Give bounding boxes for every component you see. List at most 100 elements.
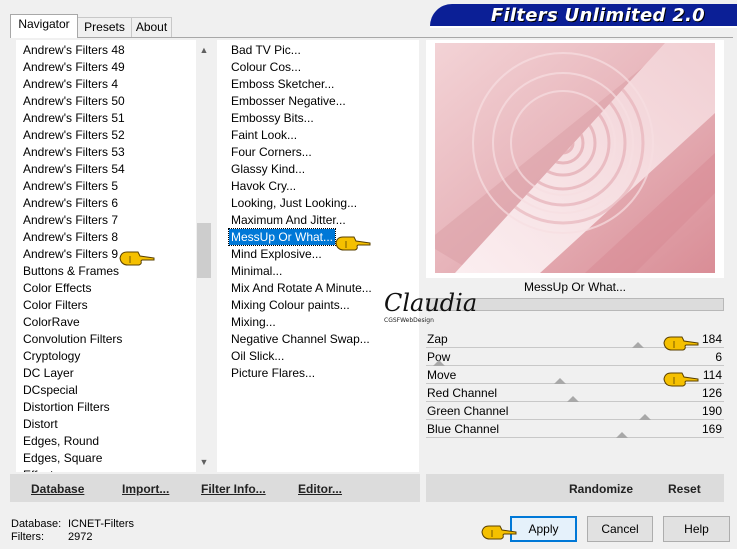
category-item[interactable]: Buttons & Frames bbox=[21, 263, 127, 280]
filter-item-label: Negative Channel Swap... bbox=[231, 332, 370, 346]
tab-navigator[interactable]: Navigator bbox=[10, 14, 78, 38]
category-item[interactable]: Andrew's Filters 54 bbox=[21, 161, 127, 178]
filter-item-label: Picture Flares... bbox=[231, 366, 316, 380]
filter-item[interactable]: Negative Channel Swap... bbox=[229, 331, 374, 348]
category-item-label: Andrew's Filters 54 bbox=[23, 162, 125, 176]
filter-item-label: Mixing... bbox=[231, 315, 276, 329]
category-item[interactable]: DCspecial bbox=[21, 382, 127, 399]
category-item[interactable]: DC Layer bbox=[21, 365, 127, 382]
filter-item-label: Four Corners... bbox=[231, 145, 312, 159]
filter-item[interactable]: Embossy Bits... bbox=[229, 110, 374, 127]
category-item[interactable]: Edges, Round bbox=[21, 433, 127, 450]
category-item[interactable]: Andrew's Filters 53 bbox=[21, 144, 127, 161]
category-item[interactable]: Distortion Filters bbox=[21, 399, 127, 416]
filter-item[interactable]: Emboss Sketcher... bbox=[229, 76, 374, 93]
category-item-label: Andrew's Filters 53 bbox=[23, 145, 125, 159]
randomize-button[interactable]: Randomize bbox=[569, 482, 633, 496]
preview-image bbox=[435, 43, 715, 273]
help-button[interactable]: Help bbox=[663, 516, 730, 542]
category-item[interactable]: Edges, Square bbox=[21, 450, 127, 467]
category-item-label: Andrew's Filters 8 bbox=[23, 230, 118, 244]
category-item-label: Color Effects bbox=[23, 281, 92, 295]
category-item[interactable]: Andrew's Filters 48 bbox=[21, 42, 127, 59]
filter-item-label: Colour Cos... bbox=[231, 60, 302, 74]
filter-item[interactable]: Minimal... bbox=[229, 263, 374, 280]
category-item-label: Distort bbox=[23, 417, 58, 431]
filter-item-label: Embossy Bits... bbox=[231, 111, 314, 125]
category-item[interactable]: Andrew's Filters 6 bbox=[21, 195, 127, 212]
scroll-down-icon[interactable]: ▼ bbox=[196, 454, 212, 470]
param-value: 184 bbox=[701, 332, 722, 346]
filter-item-label: Mixing Colour paints... bbox=[231, 298, 350, 312]
category-item-label: Andrew's Filters 50 bbox=[23, 94, 125, 108]
category-item[interactable]: Andrew's Filters 9 bbox=[21, 246, 127, 263]
filter-item[interactable]: Mix And Rotate A Minute... bbox=[229, 280, 374, 297]
filter-item[interactable]: Four Corners... bbox=[229, 144, 374, 161]
apply-button[interactable]: Apply bbox=[510, 516, 577, 542]
filter-item[interactable]: Picture Flares... bbox=[229, 365, 374, 382]
category-item[interactable]: Andrew's Filters 7 bbox=[21, 212, 127, 229]
category-item-label: Andrew's Filters 9 bbox=[23, 247, 118, 261]
category-item[interactable]: Andrew's Filters 52 bbox=[21, 127, 127, 144]
tab-pane-border bbox=[10, 37, 733, 38]
category-item[interactable]: Distort bbox=[21, 416, 127, 433]
filter-item-label: Embosser Negative... bbox=[231, 94, 346, 108]
category-item[interactable]: Andrew's Filters 8 bbox=[21, 229, 127, 246]
status-filters-value: 2972 bbox=[68, 531, 93, 543]
filter-item-label: Mix And Rotate A Minute... bbox=[231, 281, 372, 295]
slider-thumb[interactable] bbox=[615, 432, 628, 438]
category-item[interactable]: Color Filters bbox=[21, 297, 127, 314]
pointing-hand-icon bbox=[119, 251, 155, 266]
category-item-label: Distortion Filters bbox=[23, 400, 110, 414]
filter-item[interactable]: Colour Cos... bbox=[229, 59, 374, 76]
filter-item-label: MessUp Or What... bbox=[227, 228, 337, 246]
status-filters-label: Filters: bbox=[11, 531, 44, 543]
filter-item[interactable]: Faint Look... bbox=[229, 127, 374, 144]
category-item-label: ColorRave bbox=[23, 315, 80, 329]
category-item-label: Edges, Round bbox=[23, 434, 100, 448]
category-item[interactable]: Convolution Filters bbox=[21, 331, 127, 348]
category-item[interactable]: Cryptology bbox=[21, 348, 127, 365]
title-banner: Filters Unlimited 2.0 bbox=[430, 4, 737, 28]
filter-item[interactable]: Mixing... bbox=[229, 314, 374, 331]
filter-item[interactable]: Oil Slick... bbox=[229, 348, 374, 365]
param-slider[interactable]: Green Channel 190 bbox=[426, 402, 724, 420]
reset-button[interactable]: Reset bbox=[668, 482, 701, 496]
filter-item[interactable]: Havok Cry... bbox=[229, 178, 374, 195]
filter-item[interactable]: Embosser Negative... bbox=[229, 93, 374, 110]
status-filters: Filters: 2972 bbox=[11, 531, 92, 543]
filter-item-label: Bad TV Pic... bbox=[231, 43, 301, 57]
scroll-up-icon[interactable]: ▲ bbox=[196, 42, 212, 58]
param-slider[interactable]: Blue Channel 169 bbox=[426, 420, 724, 438]
category-item[interactable]: Andrew's Filters 49 bbox=[21, 59, 127, 76]
filter-item-label: Minimal... bbox=[231, 264, 283, 278]
filter-item[interactable]: Glassy Kind... bbox=[229, 161, 374, 178]
scroll-thumb[interactable] bbox=[197, 223, 211, 278]
filter-list[interactable]: Bad TV Pic... Colour Cos... Emboss Sketche… bbox=[217, 40, 419, 472]
param-label: Move bbox=[427, 368, 457, 382]
status-database-label: Database: bbox=[11, 518, 62, 530]
import-button[interactable]: Import... bbox=[122, 482, 169, 496]
slider-track bbox=[426, 437, 724, 438]
category-item[interactable]: Andrew's Filters 5 bbox=[21, 178, 127, 195]
tab-about[interactable]: About bbox=[131, 17, 172, 37]
category-item[interactable]: Andrew's Filters 4 bbox=[21, 76, 127, 93]
tab-presets[interactable]: Presets bbox=[77, 17, 132, 37]
filter-info-button[interactable]: Filter Info... bbox=[201, 482, 266, 496]
category-item[interactable]: Andrew's Filters 51 bbox=[21, 110, 127, 127]
database-button[interactable]: Database bbox=[31, 482, 84, 496]
category-scrollbar[interactable]: ▲ ▼ bbox=[196, 40, 212, 472]
category-item[interactable]: Effects bbox=[21, 467, 127, 472]
cancel-button[interactable]: Cancel bbox=[587, 516, 653, 542]
filter-item[interactable]: Bad TV Pic... bbox=[229, 42, 374, 59]
category-item[interactable]: Color Effects bbox=[21, 280, 127, 297]
category-item[interactable]: Andrew's Filters 50 bbox=[21, 93, 127, 110]
category-item[interactable]: ColorRave bbox=[21, 314, 127, 331]
editor-button[interactable]: Editor... bbox=[298, 482, 342, 496]
category-item-label: Andrew's Filters 4 bbox=[23, 77, 118, 91]
filter-item[interactable]: Looking, Just Looking... bbox=[229, 195, 374, 212]
filter-item[interactable]: Mixing Colour paints... bbox=[229, 297, 374, 314]
param-value: 114 bbox=[702, 368, 722, 382]
filter-item[interactable]: Maximum And Jitter... bbox=[229, 212, 374, 229]
category-list[interactable]: Andrew's Filters 48 Andrew's Filters 49 An… bbox=[16, 40, 196, 472]
